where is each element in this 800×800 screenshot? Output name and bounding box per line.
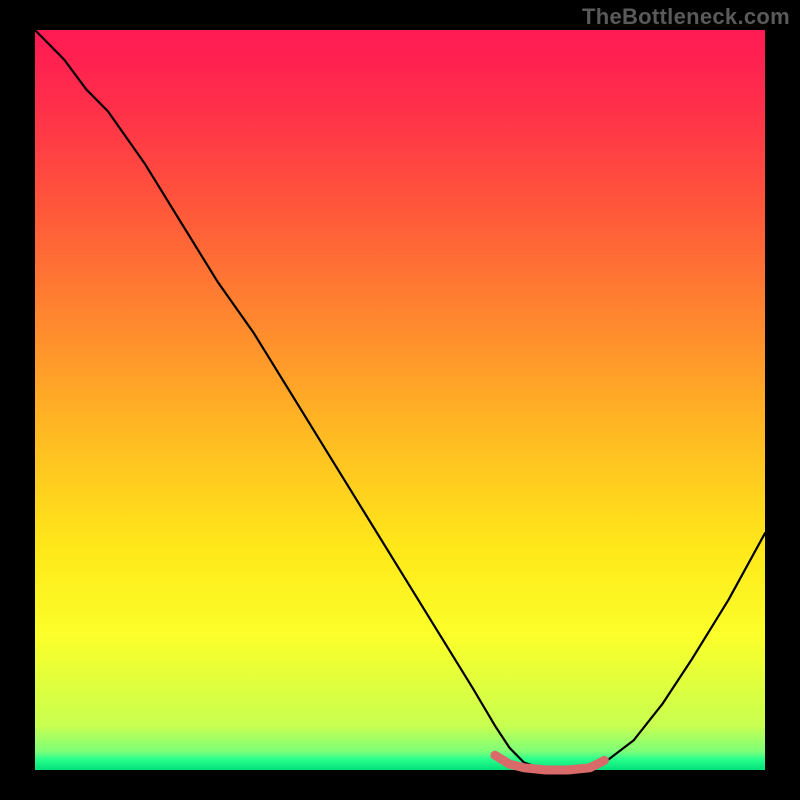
chart-stage: TheBottleneck.com	[0, 0, 800, 800]
attribution-text: TheBottleneck.com	[582, 4, 790, 30]
gradient-background	[35, 30, 765, 770]
chart-svg	[0, 0, 800, 800]
